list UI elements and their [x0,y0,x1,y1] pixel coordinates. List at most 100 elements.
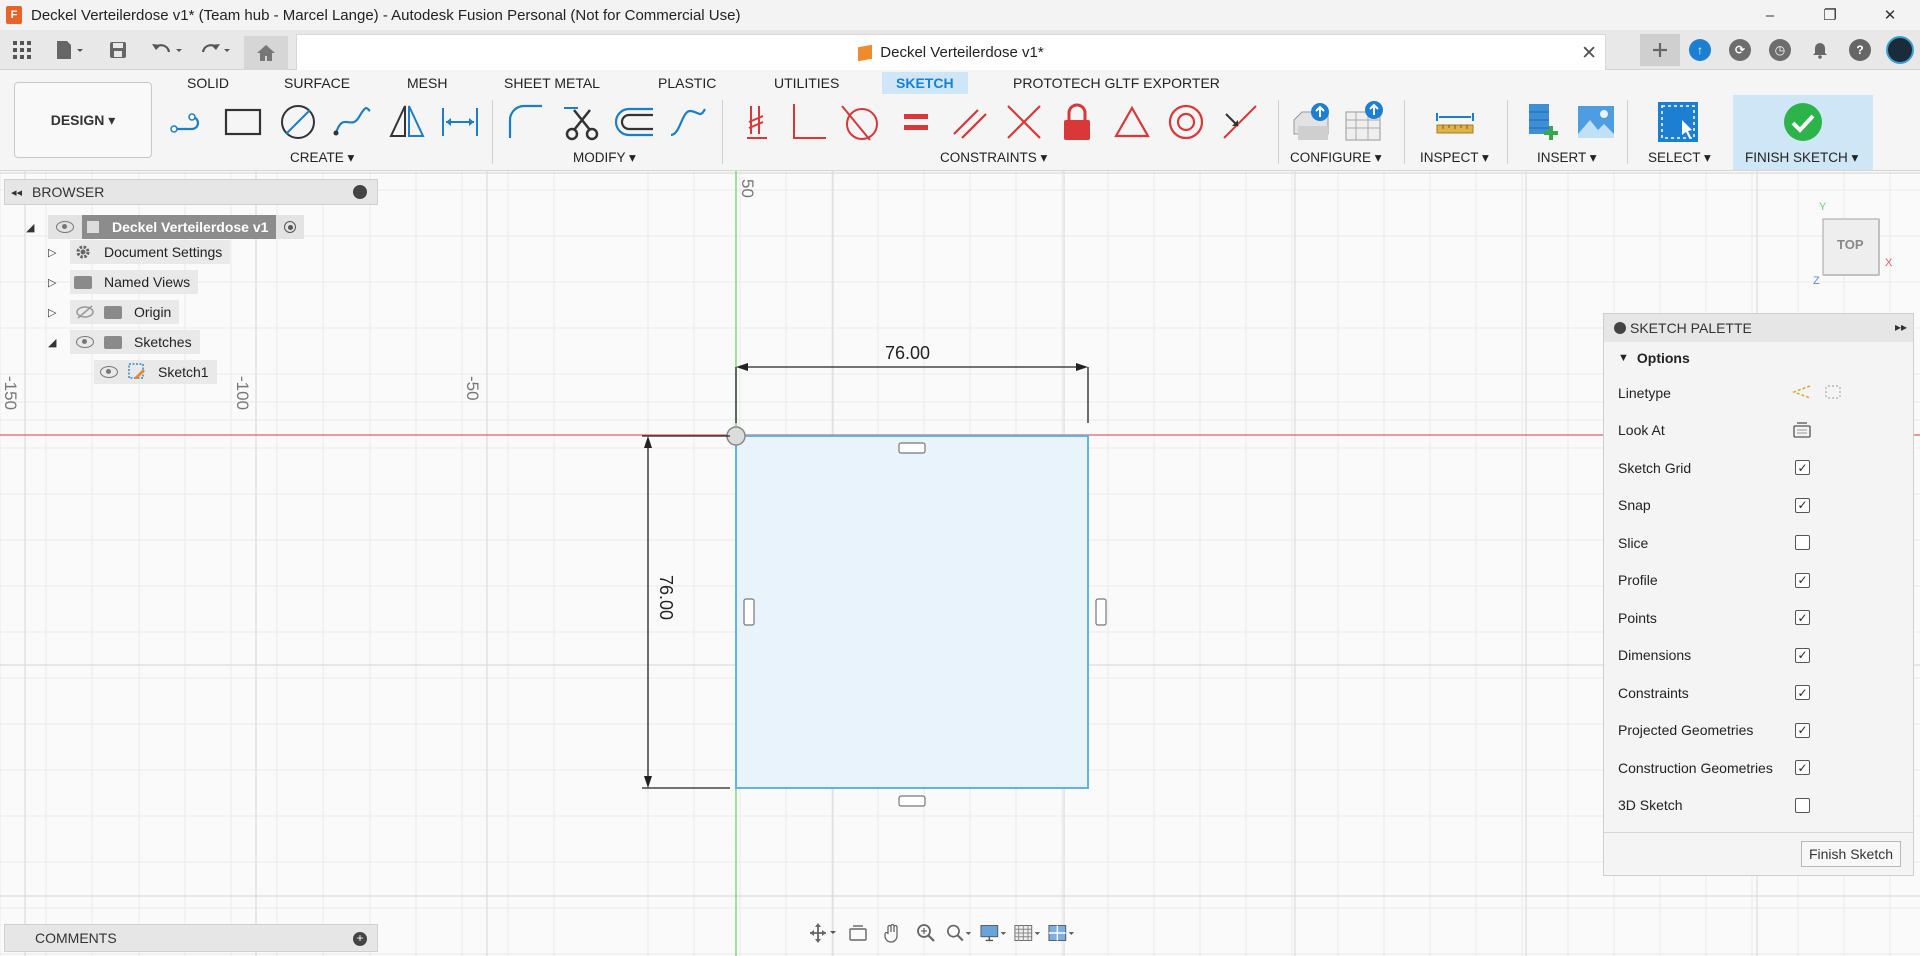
line-tool-icon[interactable] [168,100,212,144]
group-insert[interactable]: INSERT ▾ [1537,150,1597,166]
tree-item-sketches[interactable]: ◢ Sketches [48,330,200,354]
activate-radio-icon[interactable] [276,215,305,239]
group-constraints[interactable]: CONSTRAINTS ▾ [940,150,1047,166]
redo-button[interactable] [196,36,236,64]
tab-mesh[interactable]: MESH [407,72,447,94]
save-icon[interactable] [106,36,130,64]
extensions-icon[interactable]: ↑ [1680,34,1720,66]
grid-settings-icon[interactable] [1014,921,1042,945]
pan-hand-icon[interactable] [878,921,906,945]
offset-tool-icon[interactable] [613,100,657,144]
undo-button[interactable] [148,36,188,64]
tab-solid[interactable]: SOLID [187,72,229,94]
trim-scissors-icon[interactable] [558,100,602,144]
tab-surface[interactable]: SURFACE [284,72,350,94]
measure-ruler-icon[interactable] [1433,100,1477,144]
notifications-bell-icon[interactable] [1800,34,1840,66]
snap-checkbox[interactable]: ✓ [1795,497,1810,513]
close-tab-button[interactable]: ✕ [1581,42,1597,65]
projected-geometries-checkbox[interactable]: ✓ [1795,722,1810,738]
finish-sketch-check-icon[interactable] [1781,100,1825,144]
expand-triangle-icon[interactable]: ◢ [26,221,40,234]
dimension-height-value[interactable]: 76.00 [655,575,676,620]
tree-item-origin[interactable]: ▷ Origin [48,300,180,324]
configuration-table-icon[interactable] [1342,100,1386,144]
sketch-profile-rectangle[interactable] [735,435,1089,789]
horizontal-dimension[interactable] [735,363,1089,423]
constraints-checkbox[interactable]: ✓ [1795,685,1810,701]
equal-constraint-icon[interactable] [894,100,938,144]
display-settings-icon[interactable] [980,921,1008,945]
orbit-move-icon[interactable] [810,921,838,945]
slice-checkbox[interactable] [1795,535,1810,551]
circle-tool-icon[interactable] [276,100,320,144]
concentric-constraint-icon[interactable] [1164,100,1208,144]
centerline-linetype-icon[interactable] [1824,384,1842,403]
finish-sketch-button[interactable]: Finish Sketch [1801,841,1901,867]
expand-palette-icon[interactable]: ▸▸ [1895,320,1907,334]
visibility-eye-icon[interactable] [100,366,118,378]
collapse-browser-icon[interactable]: ◂◂ [11,186,22,199]
dimension-tool-icon[interactable] [438,100,482,144]
group-configure[interactable]: CONFIGURE ▾ [1290,150,1382,166]
tree-item-document-settings[interactable]: ▷ Document Settings [48,240,231,264]
tree-item-sketch1[interactable]: Sketch1 [94,360,217,384]
insert-mesh-icon[interactable] [1521,100,1565,144]
tab-prototech-gltf-exporter[interactable]: PROTOTECH GLTF EXPORTER [1013,72,1220,94]
collinear-constraint-icon[interactable] [1002,100,1046,144]
browser-panel-header[interactable]: ◂◂ BROWSER [4,179,378,205]
group-inspect[interactable]: INSPECT ▾ [1420,150,1489,166]
visibility-eye-icon[interactable] [76,336,94,348]
points-checkbox[interactable]: ✓ [1795,610,1810,626]
help-icon[interactable]: ? [1840,34,1880,66]
3d-sketch-checkbox[interactable] [1795,797,1810,813]
maximize-button[interactable]: ❐ [1800,0,1860,30]
comments-panel-header[interactable]: COMMENTS + [4,924,378,952]
document-tab[interactable]: Deckel Verteilerdose v1* ✕ [296,34,1606,70]
zoom-icon[interactable] [912,921,940,945]
insert-image-icon[interactable] [1574,100,1618,144]
sketch-grid-checkbox[interactable]: ✓ [1795,460,1810,476]
file-menu-button[interactable] [50,36,90,64]
fix-lock-icon[interactable] [1055,100,1099,144]
sketch-canvas[interactable]: -150 -100 -50 50 76.00 76.00 ◂◂ BROWSER … [0,171,1920,956]
viewcube-top-face[interactable]: TOP [1837,237,1864,252]
job-status-icon[interactable]: ⟳ [1720,34,1760,66]
user-avatar[interactable] [1880,34,1920,66]
visibility-eye-icon[interactable] [56,221,74,233]
section-collapse-icon[interactable]: ▼ [1618,352,1629,364]
fit-zoom-icon[interactable] [946,921,974,945]
change-parameters-icon[interactable] [1290,100,1334,144]
clock-icon[interactable]: ◷ [1760,34,1800,66]
look-at-view-icon[interactable] [844,921,872,945]
add-comment-icon[interactable]: + [353,932,367,946]
expand-triangle-icon[interactable]: ▷ [48,276,62,289]
app-grid-icon[interactable] [10,36,34,64]
profile-checkbox[interactable]: ✓ [1795,572,1810,588]
perpendicular-constraint-icon[interactable] [786,100,830,144]
home-button[interactable] [244,36,288,70]
curve-tool-icon[interactable] [666,100,710,144]
workspace-switcher[interactable]: DESIGN ▾ [14,82,152,158]
construction-geometries-checkbox[interactable]: ✓ [1795,760,1810,776]
hidden-eye-icon[interactable] [70,300,100,324]
viewcube[interactable]: TOP Y X Z [1813,201,1892,287]
expand-triangle-icon[interactable]: ▷ [48,246,62,259]
dimensions-checkbox[interactable]: ✓ [1795,647,1810,663]
coincident-constraint-icon[interactable] [734,100,778,144]
browser-minimize-icon[interactable] [353,185,367,199]
group-select[interactable]: SELECT ▾ [1648,150,1711,166]
spline-tool-icon[interactable] [331,100,375,144]
tree-item-named-views[interactable]: ▷ Named Views [48,270,199,294]
rectangle-tool-icon[interactable] [221,100,265,144]
dimension-width-value[interactable]: 76.00 [885,343,930,364]
root-component-label[interactable]: Deckel Verteilerdose v1 [104,215,277,239]
group-create[interactable]: CREATE ▾ [290,150,354,166]
fillet-tool-icon[interactable] [504,100,548,144]
group-modify[interactable]: MODIFY ▾ [573,150,636,166]
construction-linetype-icon[interactable] [1791,384,1812,403]
midpoint-constraint-icon[interactable] [1110,100,1154,144]
group-finish-sketch[interactable]: FINISH SKETCH ▾ [1745,150,1858,166]
sketch-palette-header[interactable]: SKETCH PALETTE ▸▸ [1604,314,1913,342]
collapse-triangle-icon[interactable]: ◢ [48,336,62,349]
